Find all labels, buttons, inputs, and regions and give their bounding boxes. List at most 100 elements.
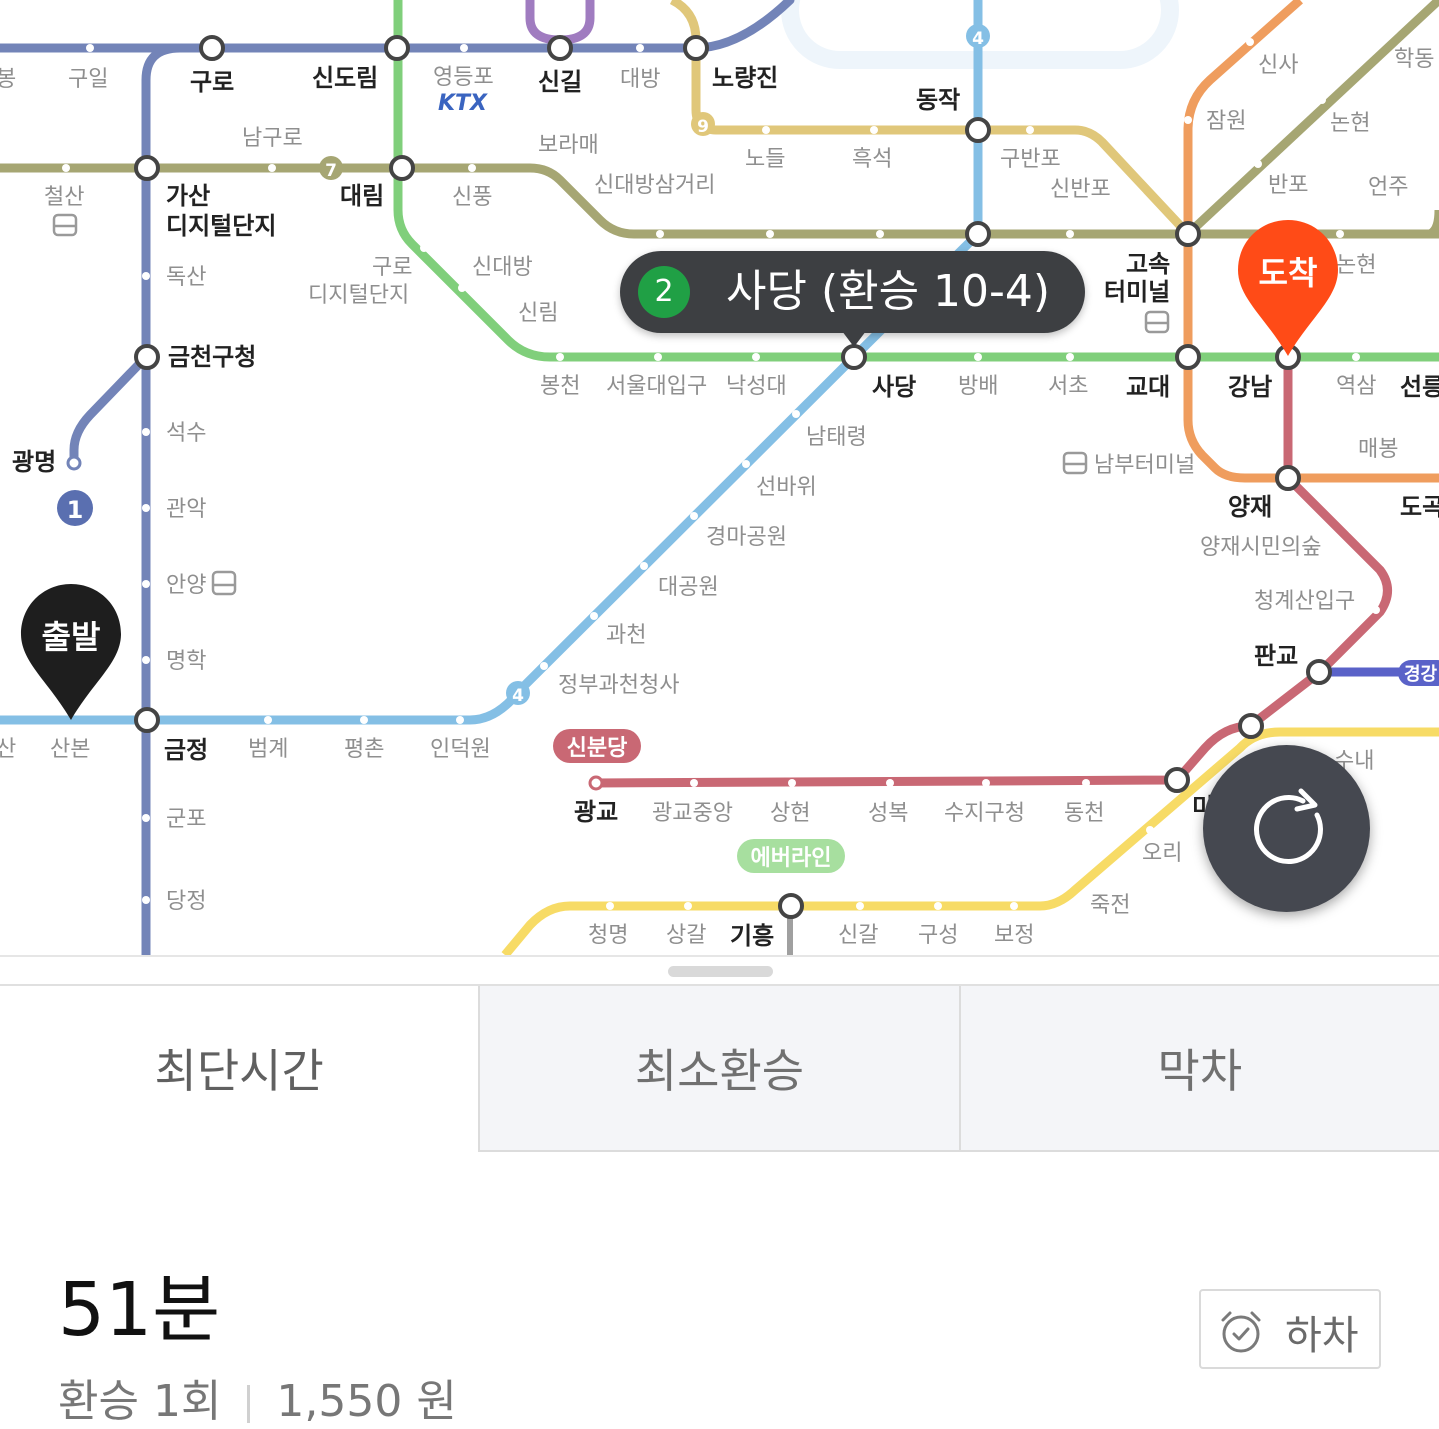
station-terminus-gwanggyo: [588, 775, 604, 791]
svg-text:논현: 논현: [1330, 111, 1370, 136]
svg-text:청계산입구: 청계산입구: [1254, 589, 1355, 614]
alight-button-label: 하차: [1285, 1313, 1359, 1359]
svg-text:남부터미널: 남부터미널: [1094, 453, 1195, 478]
travel-time: 51분: [58, 1267, 221, 1353]
svg-text:신림: 신림: [518, 301, 558, 326]
refresh-icon: [1253, 788, 1323, 865]
svg-text:강남: 강남: [1228, 373, 1272, 401]
svg-text:노량진: 노량진: [712, 64, 778, 92]
svg-text:신분당: 신분당: [567, 736, 628, 761]
svg-text:군포: 군포: [166, 807, 206, 832]
svg-text:신길: 신길: [538, 68, 582, 96]
tab-last-train[interactable]: 막차: [958, 986, 1439, 1152]
svg-text:산본: 산본: [50, 737, 90, 762]
transfer-popup-text: 사당 (환승 10-4): [726, 266, 1051, 317]
svg-text:보정: 보정: [994, 923, 1034, 948]
arrival-pin-label: 도착: [1258, 254, 1318, 292]
route-summary: 환승 1회 1,550 원: [58, 1365, 457, 1429]
alarm-clock-icon: [1221, 1311, 1261, 1353]
svg-text:잠원: 잠원: [1206, 109, 1246, 134]
svg-text:정부과천청사: 정부과천청사: [558, 673, 679, 698]
svg-text:매봉: 매봉: [1358, 437, 1398, 462]
svg-text:4: 4: [512, 686, 524, 706]
svg-text:신풍: 신풍: [452, 185, 492, 210]
gyeonggang-chip: 경강: [1398, 660, 1439, 686]
sheet-drag-handle[interactable]: [668, 966, 773, 977]
svg-text:보라매: 보라매: [538, 133, 599, 158]
svg-text:경마공원: 경마공원: [706, 525, 787, 550]
svg-text:대림: 대림: [340, 182, 384, 210]
svg-text:선바위: 선바위: [756, 475, 817, 500]
subway-map[interactable]: 9 7 4 4 1 신분당 에버라인 경강 KTX 봉 구일 구로 신도림 영등…: [0, 0, 1439, 955]
shinbundang-chip: 신분당: [553, 729, 641, 763]
line-7-badge: 7: [319, 156, 343, 181]
svg-text:신대방: 신대방: [472, 255, 533, 280]
svg-text:가산: 가산: [166, 182, 210, 210]
bus-icon: [52, 213, 78, 237]
tab-fastest[interactable]: 최단시간: [0, 986, 479, 1150]
svg-text:광명: 광명: [12, 448, 56, 476]
svg-text:4: 4: [972, 29, 984, 49]
svg-text:오리: 오리: [1142, 841, 1182, 866]
svg-text:광교중앙: 광교중앙: [652, 801, 733, 826]
svg-text:인덕원: 인덕원: [430, 737, 491, 762]
svg-text:디지털단지: 디지털단지: [308, 283, 409, 308]
svg-text:선릉: 선릉: [1400, 373, 1439, 401]
svg-text:관악: 관악: [166, 497, 206, 522]
svg-text:신갈: 신갈: [838, 923, 878, 948]
svg-text:남구로: 남구로: [242, 126, 303, 151]
svg-text:죽전: 죽전: [1090, 893, 1130, 918]
svg-text:기흥: 기흥: [730, 922, 774, 950]
svg-text:대방: 대방: [620, 67, 660, 92]
svg-text:산: 산: [0, 737, 16, 762]
svg-text:판교: 판교: [1254, 642, 1298, 670]
svg-text:봉천: 봉천: [540, 374, 580, 399]
departure-pin[interactable]: 출발: [19, 582, 123, 722]
alight-alarm-button[interactable]: 하차: [1199, 1289, 1381, 1369]
svg-text:범계: 범계: [248, 737, 288, 762]
svg-text:신반포: 신반포: [1050, 177, 1111, 202]
svg-text:금정: 금정: [164, 736, 208, 764]
transfer-count: 환승 1회: [58, 1376, 222, 1427]
train-icon: [211, 570, 237, 596]
svg-text:경강: 경강: [1404, 664, 1438, 685]
popup-pointer: [842, 331, 866, 347]
line-2-badge: 2: [638, 266, 690, 318]
svg-text:독산: 독산: [166, 265, 206, 290]
refresh-button[interactable]: [1203, 745, 1370, 912]
svg-text:상현: 상현: [770, 801, 810, 826]
bus-icon: [1144, 310, 1170, 334]
line-sillim: [525, 0, 595, 45]
svg-text:도곡: 도곡: [1400, 493, 1439, 521]
transfer-popup[interactable]: 2 사당 (환승 10-4): [620, 251, 1085, 347]
bus-icon: [1062, 451, 1088, 475]
svg-text:고속: 고속: [1126, 250, 1170, 278]
svg-text:교대: 교대: [1126, 373, 1170, 401]
svg-text:수지구청: 수지구청: [944, 801, 1025, 826]
station-terminus-gwangmyeong: [66, 455, 82, 471]
svg-text:터미널: 터미널: [1104, 278, 1170, 306]
departure-pin-label: 출발: [41, 618, 101, 656]
svg-text:구로: 구로: [190, 68, 234, 96]
arrival-pin[interactable]: 도착: [1236, 218, 1340, 358]
svg-text:언주: 언주: [1368, 175, 1408, 200]
svg-text:당정: 당정: [166, 889, 206, 914]
svg-text:구일: 구일: [68, 67, 108, 92]
svg-text:봉: 봉: [0, 67, 16, 92]
svg-text:반포: 반포: [1268, 173, 1308, 198]
svg-text:구반포: 구반포: [1000, 147, 1061, 172]
svg-text:명학: 명학: [166, 649, 206, 674]
divider: [247, 1385, 251, 1423]
ktx-logo: KTX: [438, 91, 488, 116]
svg-text:흑석: 흑석: [852, 147, 892, 172]
svg-text:역삼: 역삼: [1336, 374, 1376, 399]
svg-text:9: 9: [697, 117, 709, 137]
svg-text:안양: 안양: [166, 573, 206, 598]
svg-text:구성: 구성: [918, 923, 958, 948]
svg-text:과천: 과천: [606, 623, 646, 648]
svg-text:에버라인: 에버라인: [751, 846, 832, 871]
tab-least-transfers[interactable]: 최소환승: [478, 986, 959, 1152]
svg-text:신대방삼거리: 신대방삼거리: [594, 173, 715, 198]
svg-text:남태령: 남태령: [806, 425, 867, 450]
line-4-badge-top: 4: [966, 24, 990, 49]
